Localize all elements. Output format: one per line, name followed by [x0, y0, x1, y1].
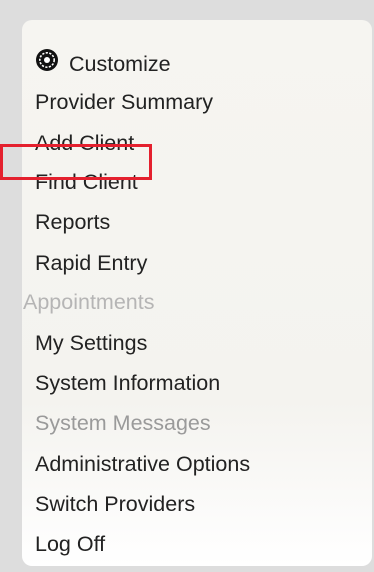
menu-item-my-settings[interactable]: My Settings: [35, 330, 147, 356]
menu-item-label: System Messages: [35, 411, 211, 435]
menu-item-administrative-options[interactable]: Administrative Options: [35, 451, 250, 477]
menu-item-reports[interactable]: Reports: [35, 209, 110, 235]
menu-item-label: Switch Providers: [35, 492, 196, 516]
menu-item-system-information[interactable]: System Information: [35, 370, 220, 396]
menu-item-label: Customize: [69, 52, 171, 76]
menu-item-label: Find Client: [35, 170, 138, 194]
menu-item-label: My Settings: [35, 331, 148, 355]
menu-item-find-client[interactable]: Find Client: [35, 169, 138, 195]
menu-item-label: Provider Summary: [35, 90, 214, 114]
menu-item-label: Reports: [35, 210, 111, 234]
menu-item-add-client[interactable]: Add Client: [35, 130, 134, 156]
menu-item-provider-summary[interactable]: Provider Summary: [35, 89, 213, 115]
menu-item-label: Administrative Options: [35, 452, 251, 476]
menu-item-label: Add Client: [35, 131, 135, 155]
menu-item-label: Log Off: [35, 532, 106, 556]
gear-icon: [36, 49, 58, 71]
navigation-menu: Customize Provider Summary Add Client Fi…: [22, 20, 372, 566]
menu-item-log-off[interactable]: Log Off: [35, 531, 105, 557]
menu-item-label: System Information: [35, 371, 221, 395]
menu-item-label: Appointments: [23, 290, 155, 314]
menu-item-label: Rapid Entry: [35, 251, 148, 275]
menu-item-switch-providers[interactable]: Switch Providers: [35, 491, 195, 517]
menu-item-system-messages: System Messages: [35, 410, 211, 436]
menu-item-rapid-entry[interactable]: Rapid Entry: [35, 250, 147, 276]
menu-item-customize[interactable]: Customize: [35, 48, 171, 78]
menu-item-appointments: Appointments: [23, 289, 154, 315]
